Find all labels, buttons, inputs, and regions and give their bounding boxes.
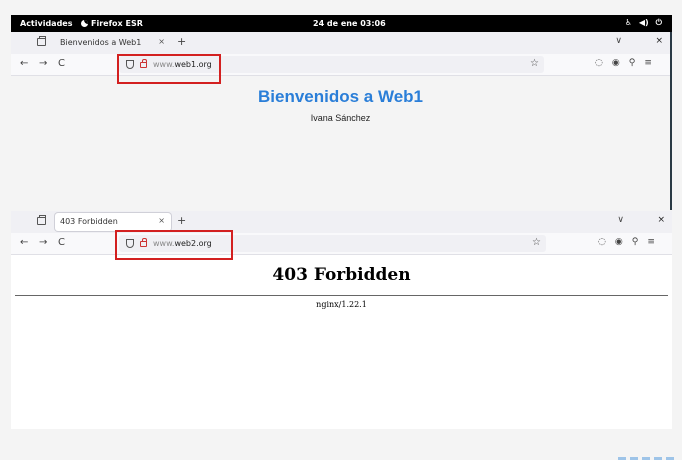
- tab-close-icon[interactable]: ×: [158, 37, 165, 46]
- pocket-icon[interactable]: ◌: [595, 58, 603, 68]
- url-bar[interactable]: www.web1.org ☆: [119, 56, 544, 73]
- page-heading: 403 Forbidden: [272, 265, 411, 285]
- chevron-down-icon[interactable]: ∨: [617, 215, 624, 225]
- activities-button[interactable]: Actividades: [20, 19, 73, 28]
- url-text[interactable]: www.web2.org: [153, 239, 212, 248]
- toolbar-right: ◌ ◉ ⚲ ≡: [598, 237, 655, 247]
- app-menu[interactable]: Firefox ESR: [81, 19, 143, 28]
- bookmark-star-icon[interactable]: ☆: [530, 58, 539, 69]
- tab-list-icon[interactable]: [37, 36, 46, 46]
- accessibility-icon[interactable]: ♿: [625, 18, 632, 28]
- firefox-window-web2: 403 Forbidden × + ∨ × ← → C www.web2.org…: [11, 211, 672, 429]
- tab-web2[interactable]: 403 Forbidden ×: [55, 213, 171, 231]
- window-close-button[interactable]: ×: [657, 215, 665, 225]
- divider: [15, 295, 668, 296]
- tab-close-icon[interactable]: ×: [158, 216, 165, 225]
- new-tab-button[interactable]: +: [177, 35, 186, 48]
- toolbar-right: ◌ ◉ ⚲ ≡: [595, 58, 652, 68]
- account-icon[interactable]: ◉: [612, 58, 620, 68]
- clock[interactable]: 24 de ene 03:06: [313, 19, 386, 28]
- firefox-window-web1: Bienvenidos a Web1 × + ∨ × ← → C www.web…: [11, 32, 672, 210]
- reload-button[interactable]: C: [58, 58, 65, 69]
- author-name: Ivana Sánchez: [310, 113, 371, 123]
- account-icon[interactable]: ◉: [615, 237, 623, 247]
- window-close-button[interactable]: ×: [655, 36, 663, 46]
- shield-icon[interactable]: [126, 239, 134, 248]
- extensions-icon[interactable]: ⚲: [629, 58, 636, 68]
- url-bar[interactable]: www.web2.org ☆: [119, 235, 546, 252]
- tab-bar: 403 Forbidden × + ∨ ×: [11, 211, 672, 233]
- lock-icon[interactable]: [140, 59, 147, 68]
- menu-icon[interactable]: ≡: [647, 237, 655, 247]
- firefox-icon: [81, 20, 88, 27]
- lock-icon[interactable]: [140, 238, 147, 247]
- shield-icon[interactable]: [126, 60, 134, 69]
- app-name: Firefox ESR: [91, 19, 143, 28]
- pocket-icon[interactable]: ◌: [598, 237, 606, 247]
- tab-bar: Bienvenidos a Web1 × + ∨ ×: [11, 32, 670, 54]
- power-icon[interactable]: ⏻: [656, 18, 662, 28]
- back-button[interactable]: ←: [20, 237, 28, 248]
- forward-button[interactable]: →: [39, 58, 47, 69]
- system-tray[interactable]: ♿ ◀) ⏻: [625, 18, 662, 28]
- chevron-down-icon[interactable]: ∨: [615, 36, 622, 46]
- volume-icon[interactable]: ◀): [639, 18, 649, 28]
- back-button[interactable]: ←: [20, 58, 28, 69]
- tab-list-icon[interactable]: [37, 215, 46, 225]
- tab-web1[interactable]: Bienvenidos a Web1 ×: [55, 34, 171, 52]
- nav-bar: ← → C www.web2.org ☆ ◌ ◉ ⚲ ≡: [11, 233, 672, 255]
- page-content: Bienvenidos a Web1 Ivana Sánchez: [11, 76, 670, 210]
- url-text[interactable]: www.web1.org: [153, 60, 212, 69]
- tab-title: Bienvenidos a Web1: [60, 38, 142, 47]
- reload-button[interactable]: C: [58, 237, 65, 248]
- tab-title: 403 Forbidden: [60, 217, 118, 226]
- page-heading: Bienvenidos a Web1: [257, 87, 423, 106]
- bookmark-star-icon[interactable]: ☆: [532, 237, 541, 248]
- nav-bar: ← → C www.web1.org ☆ ◌ ◉ ⚲ ≡: [11, 54, 670, 76]
- menu-icon[interactable]: ≡: [644, 58, 652, 68]
- forward-button[interactable]: →: [39, 237, 47, 248]
- extensions-icon[interactable]: ⚲: [632, 237, 639, 247]
- page-content: 403 Forbidden nginx/1.22.1: [11, 255, 672, 429]
- gnome-top-bar: Actividades Firefox ESR 24 de ene 03:06 …: [11, 15, 672, 32]
- new-tab-button[interactable]: +: [177, 214, 186, 227]
- server-signature: nginx/1.22.1: [316, 300, 367, 309]
